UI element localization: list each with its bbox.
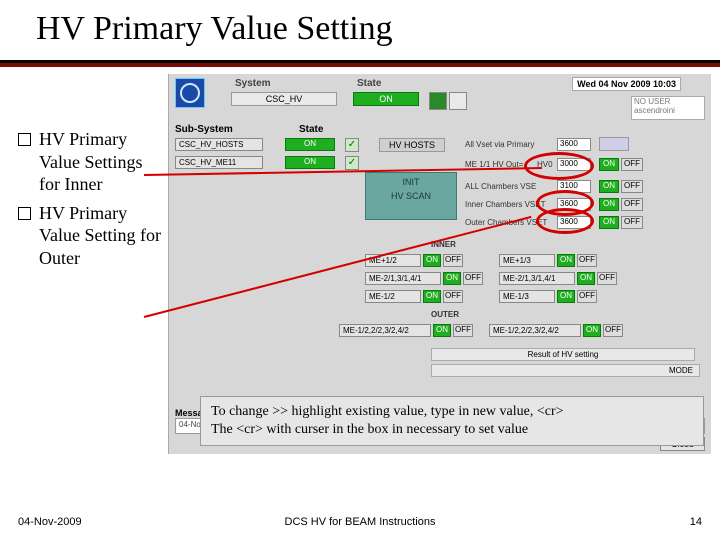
allch-label: ALL Chambers VSE — [465, 182, 536, 191]
off-button[interactable]: OFF — [453, 324, 473, 337]
inner-item: ME-2/1,3/1,4/1 — [365, 272, 441, 285]
footer-center: DCS HV for BEAM Instructions — [0, 516, 720, 528]
callout-line1: To change >> highlight existing value, t… — [211, 403, 693, 421]
system-header: System — [235, 78, 271, 89]
allvset-label: All Vset via Primary — [465, 140, 534, 149]
off-button[interactable]: OFF — [597, 272, 617, 285]
on-button[interactable]: ON — [433, 324, 451, 337]
inner-item: ME+1/3 — [499, 254, 555, 267]
off-button[interactable]: OFF — [621, 158, 643, 171]
inner-item: ME-2/1,3/1,4/1 — [499, 272, 575, 285]
check-icon[interactable]: ✓ — [345, 156, 359, 170]
on-button[interactable]: ON — [599, 158, 619, 171]
timestamp: Wed 04 Nov 2009 10:03 — [572, 77, 681, 91]
bullet-marker — [18, 133, 31, 146]
off-button[interactable]: OFF — [621, 216, 643, 229]
mode-panel: MODE — [431, 364, 700, 377]
highlight-ellipse-outer — [536, 208, 594, 234]
state-header: State — [357, 78, 381, 89]
off-button[interactable]: OFF — [443, 254, 463, 267]
hvhosts-button[interactable]: HV HOSTS — [379, 138, 445, 152]
on-button[interactable]: ON — [423, 290, 441, 303]
sub1-name: CSC_HV_HOSTS — [175, 138, 263, 151]
title-accent — [0, 63, 720, 67]
subsystem-header: Sub-System — [175, 124, 233, 135]
off-button[interactable]: OFF — [621, 180, 643, 193]
cern-logo — [175, 78, 205, 108]
off-button[interactable]: OFF — [443, 290, 463, 303]
lock-icon[interactable] — [429, 92, 447, 110]
bullet-2: HV Primary Value Setting for Outer — [18, 202, 166, 270]
gear-icon[interactable] — [449, 92, 467, 110]
on-button[interactable]: ON — [599, 198, 619, 211]
teal-line2: HV SCAN — [366, 191, 456, 201]
bullet-1: HV Primary Value Settings for Inner — [18, 128, 166, 196]
inner-item: ME-1/3 — [499, 290, 555, 303]
bullet-text: HV Primary Value Setting for Outer — [39, 202, 166, 270]
user-line2: ascendroini — [634, 107, 702, 116]
on-button[interactable]: ON — [423, 254, 441, 267]
on-button[interactable]: ON — [557, 290, 575, 303]
footer-page: 14 — [690, 516, 702, 528]
allvset-input[interactable]: 3600 — [557, 138, 591, 151]
bullet-text: HV Primary Value Settings for Inner — [39, 128, 166, 196]
outer-item: ME-1/2,2/2,3/2,4/2 — [339, 324, 431, 337]
teal-panel[interactable]: INIT HV SCAN — [365, 172, 457, 220]
teal-line1: INIT — [366, 177, 456, 187]
callout-line2: The <cr> with curser in the box in neces… — [211, 421, 693, 439]
off-button[interactable]: OFF — [603, 324, 623, 337]
bullet-column: HV Primary Value Settings for Inner HV P… — [18, 128, 166, 275]
inner-item: ME-1/2 — [365, 290, 421, 303]
user-box: NO USER ascendroini — [631, 96, 705, 120]
sub2-name: CSC_HV_ME11 — [175, 156, 263, 169]
system-state[interactable]: ON — [353, 92, 419, 106]
off-button[interactable]: OFF — [621, 198, 643, 211]
system-name: CSC_HV — [231, 92, 337, 106]
on-button[interactable]: ON — [577, 272, 595, 285]
on-button[interactable]: ON — [443, 272, 461, 285]
sub2-state[interactable]: ON — [285, 156, 335, 169]
on-button[interactable]: ON — [583, 324, 601, 337]
on-button[interactable]: ON — [599, 180, 619, 193]
off-button[interactable]: OFF — [577, 290, 597, 303]
inner-label: Inner Chambers VSET — [465, 200, 545, 209]
sub1-state[interactable]: ON — [285, 138, 335, 151]
on-button[interactable]: ON — [599, 216, 619, 229]
outer-item: ME-1/2,2/2,3/2,4/2 — [489, 324, 581, 337]
off-button[interactable]: OFF — [463, 272, 483, 285]
state-header2: State — [299, 124, 323, 135]
on-button[interactable]: ON — [557, 254, 575, 267]
instruction-callout: To change >> highlight existing value, t… — [200, 396, 704, 446]
result-panel: Result of HV setting — [431, 348, 695, 361]
check-icon[interactable]: ✓ — [345, 138, 359, 152]
slide-title: HV Primary Value Setting — [36, 10, 393, 48]
primary-extra[interactable] — [599, 137, 629, 151]
outer-header: OUTER — [431, 310, 459, 319]
bullet-marker — [18, 207, 31, 220]
highlight-ellipse-me11 — [524, 152, 594, 180]
off-button[interactable]: OFF — [577, 254, 597, 267]
